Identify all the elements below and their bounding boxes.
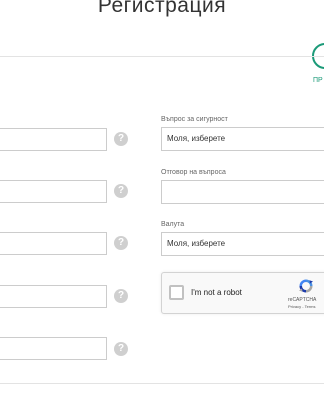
security-answer-label: Отговор на въпроса: [161, 169, 226, 176]
recaptcha-checkbox[interactable]: [169, 285, 184, 300]
currency-label: Валута: [161, 221, 185, 228]
step-label-next[interactable]: ПР: [313, 77, 323, 84]
currency-select[interactable]: Моля, изберете: [161, 232, 324, 256]
question-circle-icon[interactable]: ?: [114, 184, 128, 198]
header-divider: [0, 56, 324, 57]
recaptcha-logo-icon: [299, 279, 313, 293]
page-title: Регистрация: [97, 0, 227, 17]
recaptcha-links[interactable]: Privacy - Terms: [288, 304, 315, 309]
registration-page: Регистрация ПР ? ? ? ? ? Въпрос за сигур…: [0, 0, 324, 400]
question-circle-icon[interactable]: ?: [114, 236, 128, 250]
question-circle-icon[interactable]: ?: [114, 289, 128, 303]
security-answer-input[interactable]: [161, 180, 324, 204]
field-1-input[interactable]: [0, 128, 107, 151]
field-4-input[interactable]: [0, 285, 107, 308]
recaptcha-brand: reCAPTCHA: [288, 297, 317, 303]
field-3-input[interactable]: [0, 232, 107, 255]
recaptcha-widget: I'm not a robot reCAPTCHA Privacy - Term…: [161, 272, 324, 314]
security-question-label: Въпрос за сигурност: [161, 116, 228, 123]
field-5-input[interactable]: [0, 337, 107, 360]
field-2-input[interactable]: [0, 180, 107, 203]
security-question-select[interactable]: Моля, изберете: [161, 127, 324, 151]
recaptcha-label: I'm not a robot: [191, 288, 242, 297]
question-circle-icon[interactable]: ?: [114, 342, 128, 356]
question-circle-icon[interactable]: ?: [114, 132, 128, 146]
footer-divider: [0, 383, 324, 384]
